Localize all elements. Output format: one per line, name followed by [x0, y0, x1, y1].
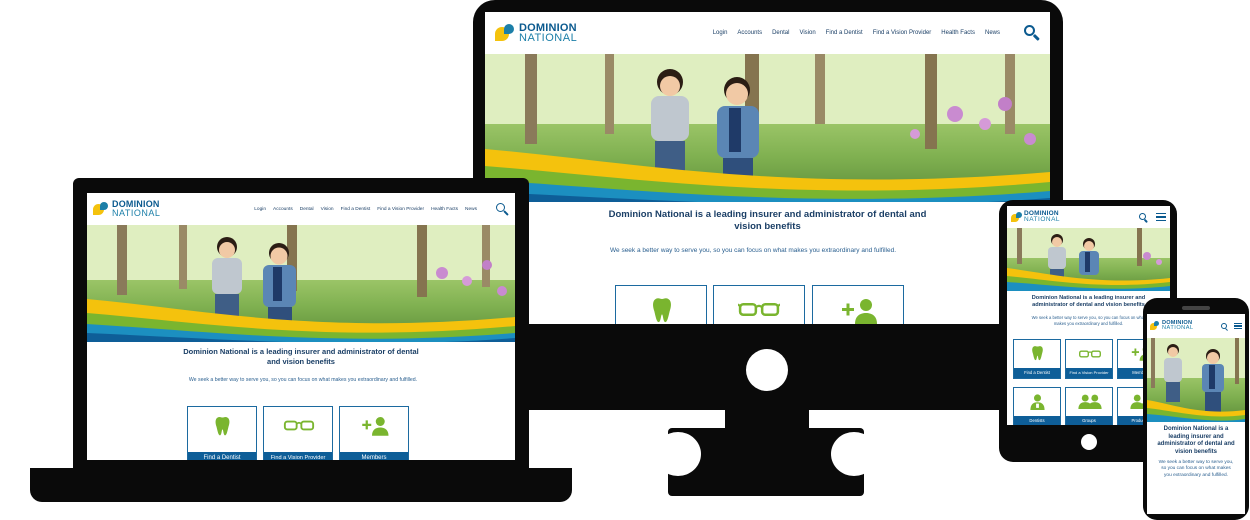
card-find-vision-provider[interactable]: Find a Vision Provider — [1065, 339, 1113, 379]
card-find-dentist[interactable]: Find a Dentist — [187, 406, 257, 460]
site-header: DOMINION NATIONAL Login Accounts Dental … — [87, 193, 515, 225]
nav-health-facts[interactable]: Health Facts — [431, 207, 458, 212]
tablet-subtext: We seek a better way to serve you, so yo… — [1031, 315, 1146, 326]
card-label: Members — [340, 452, 408, 460]
nav-find-dentist[interactable]: Find a Dentist — [341, 207, 371, 212]
tooth-icon — [653, 298, 671, 323]
logo-mark-icon — [93, 201, 109, 217]
laptop-subtext: We seek a better way to serve you, so yo… — [188, 377, 418, 383]
add-member-icon — [842, 299, 877, 324]
nav-login[interactable]: Login — [254, 207, 266, 212]
laptop-site: DOMINION NATIONAL Login Accounts Dental … — [87, 193, 515, 460]
logo-line2: NATIONAL — [1024, 216, 1061, 223]
desktop-subtext: We seek a better way to serve you, so yo… — [610, 247, 897, 254]
laptop-headline: Dominion National is a leading insurer a… — [183, 347, 419, 366]
card-find-vision-provider[interactable] — [713, 285, 805, 324]
nav-dental[interactable]: Dental — [772, 30, 789, 36]
logo[interactable]: DOMINION NATIONAL — [1150, 320, 1194, 332]
site-header: DOMINION NATIONAL — [1147, 314, 1245, 338]
search-icon[interactable] — [496, 202, 509, 216]
groups-icon — [1078, 394, 1102, 409]
monitor-logo-button — [746, 349, 788, 391]
nav-vision[interactable]: Vision — [321, 207, 334, 212]
main-nav: Login Accounts Dental Vision Find a Dent… — [713, 25, 1040, 41]
laptop-base — [30, 468, 572, 502]
phone-subtext: We seek a better way to serve you, so yo… — [1158, 460, 1234, 478]
card-find-vision-provider[interactable]: Find a Vision Provider — [263, 406, 333, 460]
search-icon[interactable] — [1139, 212, 1148, 223]
nav-find-dentist[interactable]: Find a Dentist — [826, 30, 863, 36]
card-label: Find a Vision Provider — [264, 452, 332, 460]
nav-accounts[interactable]: Accounts — [273, 207, 293, 212]
card-label: Dentists — [1014, 416, 1060, 425]
desktop-site: DOMINION NATIONAL Login Accounts Dental … — [485, 12, 1050, 324]
search-icon[interactable] — [1221, 322, 1228, 331]
logo-line2: NATIONAL — [112, 208, 161, 218]
tablet-headline: Dominion National is a leading insurer a… — [1031, 295, 1146, 308]
monitor-stand-neck — [725, 408, 809, 430]
card-groups[interactable]: Groups — [1065, 387, 1113, 425]
logo-line2: NATIONAL — [1162, 325, 1194, 331]
search-icon[interactable] — [1024, 25, 1040, 41]
phone-headline: Dominion National is a leading insurer a… — [1157, 426, 1235, 455]
nav-find-vision-provider[interactable]: Find a Vision Provider — [377, 207, 424, 212]
logo[interactable]: DOMINION NATIONAL — [1011, 210, 1061, 223]
card-members[interactable]: Members — [339, 406, 409, 460]
phone-site: DOMINION NATIONAL Dominion National is a… — [1147, 314, 1245, 514]
nav-find-vision-provider[interactable]: Find a Vision Provider — [873, 30, 932, 36]
site-header: DOMINION NATIONAL Login Accounts Dental … — [485, 12, 1050, 54]
card-label: Find a Vision Provider — [1066, 368, 1112, 378]
logo[interactable]: DOMINION NATIONAL — [495, 22, 578, 44]
logo-mark-icon — [1150, 321, 1160, 331]
card-label: Find a Dentist — [1014, 368, 1060, 378]
nav-vision[interactable]: Vision — [799, 30, 815, 36]
add-member-icon — [362, 417, 389, 436]
phone-nav — [1221, 322, 1242, 331]
card-label: Groups — [1066, 416, 1112, 425]
card-dentists[interactable]: Dentists — [1013, 387, 1061, 425]
nav-login[interactable]: Login — [713, 30, 728, 36]
card-members[interactable] — [812, 285, 904, 324]
nav-accounts[interactable]: Accounts — [737, 30, 762, 36]
card-label: Find a Dentist — [188, 452, 256, 460]
card-find-dentist[interactable]: Find a Dentist — [1013, 339, 1061, 379]
logo-mark-icon — [1011, 211, 1022, 223]
logo-mark-icon — [495, 23, 515, 43]
nav-news[interactable]: News — [465, 207, 477, 212]
tablet-home-button — [1081, 434, 1097, 450]
menu-icon[interactable] — [1156, 213, 1166, 221]
hero-image — [1147, 338, 1245, 422]
responsive-devices-showcase: DOMINION NATIONAL Login Accounts Dental … — [0, 0, 1250, 520]
nav-dental[interactable]: Dental — [300, 207, 314, 212]
tooth-icon — [1032, 346, 1043, 361]
desktop-headline: Dominion National is a leading insurer a… — [608, 209, 927, 232]
site-header: DOMINION NATIONAL — [1007, 206, 1170, 228]
glasses-icon — [738, 302, 780, 317]
dentist-icon — [1030, 394, 1045, 410]
glasses-icon — [283, 420, 315, 431]
hero-image — [1007, 228, 1170, 291]
glasses-icon — [1079, 350, 1101, 358]
main-nav: Login Accounts Dental Vision Find a Dent… — [254, 202, 509, 216]
nav-news[interactable]: News — [985, 30, 1000, 36]
menu-icon[interactable] — [1234, 323, 1242, 329]
nav-health-facts[interactable]: Health Facts — [941, 30, 975, 36]
logo-line2: NATIONAL — [519, 32, 578, 44]
logo[interactable]: DOMINION NATIONAL — [93, 200, 160, 217]
card-find-dentist[interactable] — [615, 285, 707, 324]
hero-image — [87, 225, 515, 342]
tablet-nav — [1139, 212, 1166, 223]
phone-speaker — [1182, 306, 1210, 310]
tooth-icon — [215, 416, 230, 436]
hero-image — [485, 54, 1050, 202]
